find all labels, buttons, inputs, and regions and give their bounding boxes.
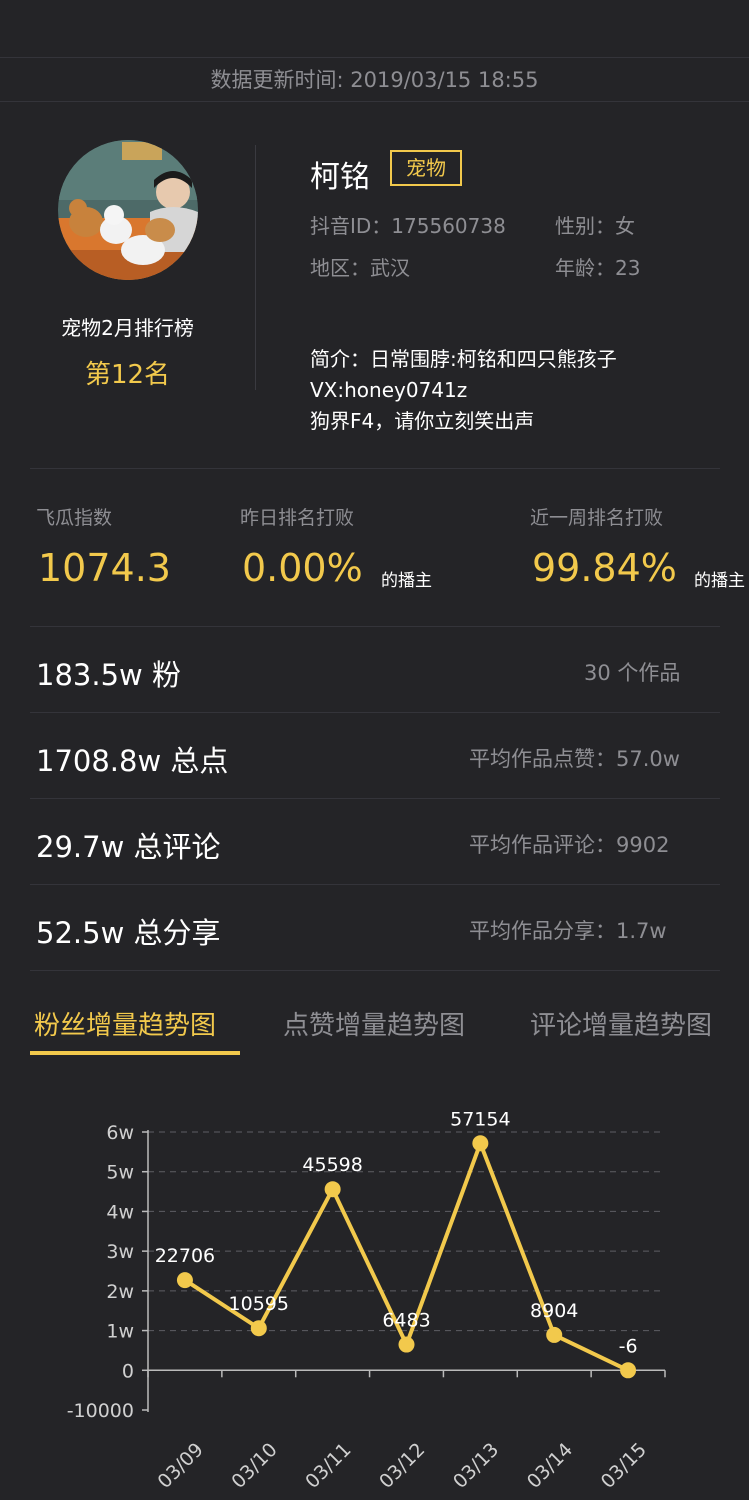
data-label: 45598	[302, 1154, 362, 1176]
bio-line: 狗界F4，请你立刻笑出声	[310, 409, 535, 433]
data-point	[250, 1320, 267, 1337]
avg-comments: 平均作品评论：9902	[469, 833, 670, 857]
account-name: 柯铭	[310, 160, 370, 195]
y-tick-label: 3w	[106, 1241, 134, 1263]
bio-line: 简介：日常围脖:柯铭和四只熊孩子	[310, 347, 617, 371]
data-label: 22706	[155, 1245, 215, 1267]
category-tag[interactable]: 宠物	[390, 150, 462, 186]
update-time-text: 数据更新时间: 2019/03/15 18:55	[0, 58, 749, 102]
stat-label-yesterday: 昨日排名打败	[240, 507, 355, 529]
divider	[30, 712, 720, 713]
avatar[interactable]	[58, 140, 198, 280]
tab-likes-trend[interactable]: 点赞增量趋势图	[283, 1005, 465, 1042]
bio: 简介：日常围脖:柯铭和四只熊孩子 VX:honey0741z 狗界F4，请你立刻…	[310, 344, 617, 437]
x-tick-label: 03/11	[301, 1439, 355, 1490]
tab-fans-trend[interactable]: 粉丝增量趋势图	[34, 1005, 216, 1042]
x-tick-label: 03/15	[597, 1439, 651, 1490]
y-tick-label: -10000	[67, 1400, 134, 1422]
divider	[30, 626, 720, 627]
x-tick-label: 03/12	[375, 1439, 429, 1490]
x-tick-label: 03/09	[154, 1439, 208, 1490]
data-label: 57154	[450, 1108, 510, 1130]
profile-rank-panel: 宠物2月排行榜 第12名	[0, 140, 255, 390]
fans-trend-chart: -10000 0 1w 2w 3w 4w 5w 6w 03/09 03/10 03/11 03/12 0…	[67, 1108, 666, 1490]
stat-value-week: 99.84%	[532, 546, 677, 590]
fans-count: 183.5w 粉	[36, 658, 181, 692]
avatar-photo-icon	[58, 140, 198, 280]
y-tick-label: 1w	[106, 1321, 134, 1343]
x-tick-label: 03/13	[449, 1439, 503, 1490]
stat-label-index: 飞瓜指数	[36, 507, 113, 529]
y-tick-label: 6w	[106, 1122, 134, 1144]
rank-title: 宠物2月排行榜	[61, 316, 194, 340]
active-tab-indicator	[30, 1051, 240, 1055]
data-point	[398, 1336, 415, 1353]
divider	[30, 468, 720, 469]
rank-number: 第12名	[84, 360, 171, 390]
douyin-id: 抖音ID：175560738	[310, 214, 506, 238]
stat-suffix-yesterday: 的播主	[381, 571, 432, 591]
profile-divider	[255, 145, 256, 390]
data-label: 8904	[530, 1300, 578, 1322]
data-label: 6483	[382, 1310, 430, 1332]
y-tick-label: 2w	[106, 1281, 134, 1303]
region: 地区：武汉	[310, 256, 410, 280]
stat-value-yesterday: 0.00%	[242, 546, 363, 590]
shares-total: 52.5w 总分享	[36, 916, 221, 950]
data-point	[176, 1272, 193, 1289]
stat-suffix-week: 的播主	[694, 571, 745, 591]
likes-total: 1708.8w 总点	[36, 744, 229, 778]
stat-value-index: 1074.3	[38, 546, 171, 590]
x-tick-label: 03/14	[523, 1439, 577, 1490]
x-tick-label: 03/10	[227, 1439, 281, 1490]
bio-line: VX:honey0741z	[310, 378, 468, 402]
comments-total: 29.7w 总评论	[36, 830, 221, 864]
tab-comments-trend[interactable]: 评论增量趋势图	[530, 1005, 712, 1042]
y-tick-label: 5w	[106, 1162, 134, 1184]
works-count: 30 个作品	[584, 661, 681, 685]
data-label: 10595	[229, 1293, 289, 1315]
gender: 性别：女	[555, 214, 635, 238]
y-tick-label: 4w	[106, 1201, 134, 1223]
age: 年龄：23	[555, 256, 641, 280]
data-point	[620, 1362, 637, 1379]
divider	[30, 970, 720, 971]
divider	[30, 884, 720, 885]
avg-likes: 平均作品点赞：57.0w	[469, 747, 680, 771]
stat-label-week: 近一周排名打败	[530, 507, 664, 529]
avg-shares: 平均作品分享：1.7w	[469, 919, 667, 943]
y-tick-label: 0	[122, 1360, 134, 1382]
top-bar	[0, 0, 749, 58]
data-point	[472, 1135, 489, 1152]
data-point	[324, 1181, 341, 1198]
data-point	[546, 1326, 563, 1343]
divider	[30, 798, 720, 799]
data-label: -6	[619, 1335, 638, 1357]
